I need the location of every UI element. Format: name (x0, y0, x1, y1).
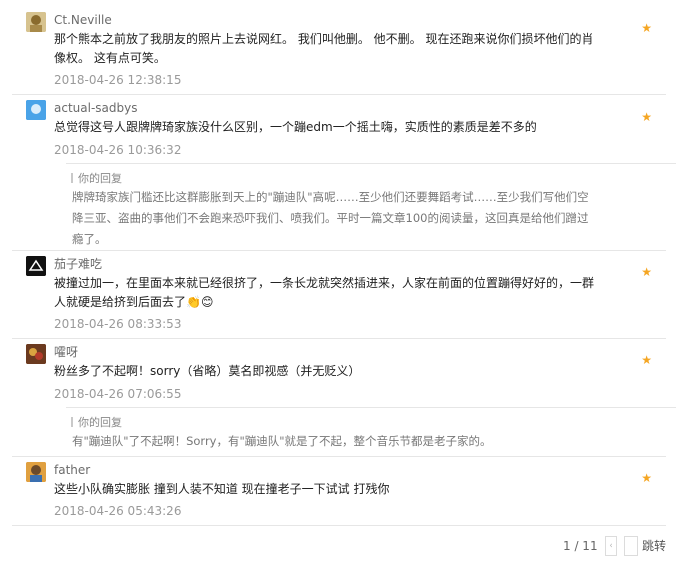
comment-text: 被撞过加一，在里面本来就已经很挤了，一条长龙就突然插进来，人家在前面的位置蹦得好… (54, 276, 595, 309)
jump-button[interactable]: 跳转 (642, 536, 666, 556)
comment-time: 2018-04-26 10:36:32 (54, 143, 182, 157)
comment-text: 那个熊本之前放了我朋友的照片上去说网红。 我们叫他删。 他不删。 现在还跑来说你… (54, 32, 594, 65)
star-icon[interactable]: ★ (641, 266, 652, 278)
comment-item: Ct.Neville 那个熊本之前放了我朋友的照片上去说网红。 我们叫他删。 他… (12, 8, 666, 95)
avatar[interactable] (26, 256, 46, 276)
comment-text: 粉丝多了不起啊！sorry（省略）莫名即视感（并无贬义） (54, 364, 361, 378)
comment-time: 2018-04-26 12:38:15 (54, 73, 182, 87)
reply-marker (71, 417, 73, 427)
avatar[interactable] (26, 12, 46, 32)
username[interactable]: 嚯呀 (54, 344, 78, 360)
star-icon[interactable]: ★ (641, 111, 652, 123)
comment-item: father 这些小队确实膨胀 撞到人装不知道 现在撞老子一下试试 打残你 20… (12, 457, 666, 526)
reply-block: 你的回复 有"蹦迪队"了不起啊！Sorry，有"蹦迪队"就是了不起，整个音乐节都… (66, 407, 676, 456)
reply-text: 牌牌琦家族门槛还比这群膨胀到天上的"蹦迪队"高呢……至少他们还要舞蹈考试……至少… (72, 190, 589, 246)
prev-page-button[interactable]: ‹ (605, 536, 617, 556)
comment-time: 2018-04-26 07:06:55 (54, 387, 182, 401)
comment-text: 总觉得这号人跟牌牌琦家族没什么区别，一个蹦edm一个摇土嗨，实质性的素质是差不多… (54, 120, 537, 134)
page-jump-input[interactable] (624, 536, 638, 556)
reply-text: 有"蹦迪队"了不起啊！Sorry，有"蹦迪队"就是了不起，整个音乐节都是老子家的… (72, 434, 492, 448)
comment-item: 嚯呀 粉丝多了不起啊！sorry（省略）莫名即视感（并无贬义） 2018-04-… (12, 339, 676, 457)
comment-text: 这些小队确实膨胀 撞到人装不知道 现在撞老子一下试试 打残你 (54, 482, 390, 496)
comment-time: 2018-04-26 08:33:53 (54, 317, 182, 331)
avatar[interactable] (26, 462, 46, 482)
star-icon[interactable]: ★ (641, 22, 652, 34)
reply-label: 你的回复 (78, 416, 122, 429)
comment-time: 2018-04-26 05:43:26 (54, 504, 182, 518)
username[interactable]: 茄子难吃 (54, 256, 102, 272)
username[interactable]: Ct.Neville (54, 12, 112, 28)
avatar[interactable] (26, 100, 46, 120)
avatar[interactable] (26, 344, 46, 364)
reply-marker (71, 173, 73, 183)
star-icon[interactable]: ★ (641, 354, 652, 366)
comment-item: actual-sadbys 总觉得这号人跟牌牌琦家族没什么区别，一个蹦edm一个… (12, 95, 676, 251)
reply-block: 你的回复 牌牌琦家族门槛还比这群膨胀到天上的"蹦迪队"高呢……至少他们还要舞蹈考… (66, 163, 676, 250)
username[interactable]: father (54, 462, 90, 478)
page-indicator: 1 / 11 (563, 539, 598, 553)
username[interactable]: actual-sadbys (54, 100, 137, 116)
star-icon[interactable]: ★ (641, 472, 652, 484)
comment-item: 茄子难吃 被撞过加一，在里面本来就已经很挤了，一条长龙就突然插进来，人家在前面的… (12, 251, 666, 339)
reply-label: 你的回复 (78, 172, 122, 185)
